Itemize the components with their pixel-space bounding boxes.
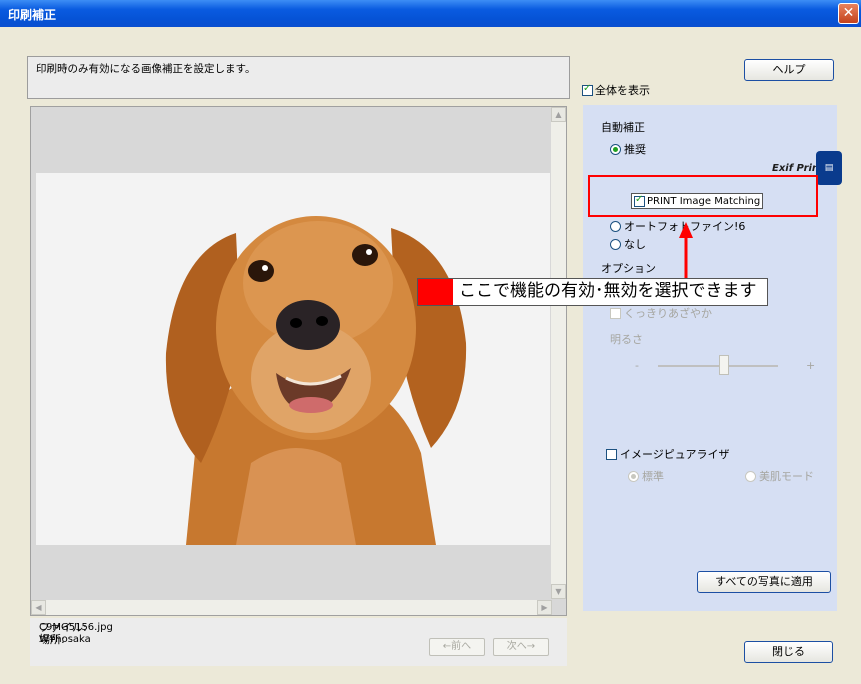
standard-radio[interactable]: 標準: [628, 468, 664, 484]
brightness-slider-track[interactable]: [658, 365, 778, 367]
dog-image: [36, 173, 550, 545]
recommended-radio-icon[interactable]: [610, 143, 621, 155]
scroll-left-icon[interactable]: ◀: [31, 600, 46, 615]
help-button[interactable]: ヘルプ: [744, 59, 834, 81]
sharp-vivid-check-icon[interactable]: [610, 307, 621, 319]
scroll-right-icon[interactable]: ▶: [537, 600, 552, 615]
sharp-vivid-label: くっきりあざやか: [624, 307, 712, 320]
file-info: ファイル: C9MG5156.jpg 場所: W¥hosaka: [39, 622, 113, 646]
image-equalizer-check-icon[interactable]: [606, 448, 617, 460]
horizontal-scrollbar[interactable]: ◀ ▶: [31, 600, 552, 615]
scroll-down-icon[interactable]: ▼: [551, 584, 566, 599]
recommended-label: 推奨: [624, 143, 646, 156]
image-equalizer-label: イメージピュアライザ: [620, 448, 730, 461]
image-equalizer-checkbox[interactable]: イメージピュアライザ: [606, 446, 730, 462]
auto-photo-fine-label: オートフォトファイン!6: [624, 220, 746, 233]
file-info-area: ファイル: C9MG5156.jpg 場所: W¥hosaka ←前へ 次へ→: [30, 618, 567, 666]
next-button[interactable]: 次へ→: [493, 638, 549, 656]
show-all-label: 全体を表示: [595, 84, 650, 97]
exif-print-logo: ▤: [816, 151, 842, 185]
auto-photo-fine-radio[interactable]: オートフォトファイン!6: [610, 218, 745, 234]
brightness-slider-thumb[interactable]: [719, 355, 729, 375]
none-radio[interactable]: なし: [610, 236, 646, 252]
standard-radio-icon[interactable]: [628, 470, 639, 482]
beauty-mode-label: 美肌モード: [759, 470, 814, 483]
dog-photo: [36, 173, 550, 545]
beauty-mode-radio-icon[interactable]: [745, 470, 756, 482]
brightness-plus: +: [806, 359, 816, 372]
title-bar[interactable]: 印刷補正 ✕: [0, 0, 861, 27]
callout-red-marker: [418, 279, 453, 305]
none-radio-icon[interactable]: [610, 238, 621, 250]
none-label: なし: [624, 238, 646, 251]
brightness-minus: -: [635, 359, 639, 372]
description-box: 印刷時のみ有効になる画像補正を設定します。: [27, 56, 570, 99]
recommended-radio[interactable]: 推奨: [610, 141, 646, 157]
beauty-mode-radio[interactable]: 美肌モード: [745, 468, 814, 484]
close-icon[interactable]: ✕: [838, 3, 859, 24]
callout-text: ここで機能の有効･無効を選択できます: [459, 281, 757, 301]
auto-correction-heading: 自動補正: [601, 121, 645, 134]
prev-button[interactable]: ←前へ: [429, 638, 485, 656]
sharp-vivid-checkbox[interactable]: くっきりあざやか: [610, 305, 712, 321]
print-correction-dialog: 印刷補正 ✕ 印刷時のみ有効になる画像補正を設定します。 ヘルプ 全体を表示: [0, 0, 861, 684]
show-all-check-icon[interactable]: [582, 83, 593, 96]
scroll-up-icon[interactable]: ▲: [551, 107, 566, 122]
image-preview: ▲ ▼ ◀ ▶: [30, 106, 567, 616]
options-heading: オプション: [601, 262, 656, 275]
auto-photo-fine-radio-icon[interactable]: [610, 220, 621, 232]
vertical-scrollbar[interactable]: ▲ ▼: [551, 107, 566, 599]
location-label: 場所:: [39, 633, 65, 646]
standard-label: 標準: [642, 470, 664, 483]
highlight-box: [588, 175, 818, 217]
close-button[interactable]: 閉じる: [744, 641, 833, 663]
brightness-label: 明るさ: [610, 333, 643, 346]
apply-all-button[interactable]: すべての写真に適用: [697, 571, 831, 593]
callout-box: ここで機能の有効･無効を選択できます: [417, 278, 768, 306]
show-all-checkbox[interactable]: 全体を表示: [582, 82, 650, 98]
window-title: 印刷補正: [8, 8, 57, 22]
